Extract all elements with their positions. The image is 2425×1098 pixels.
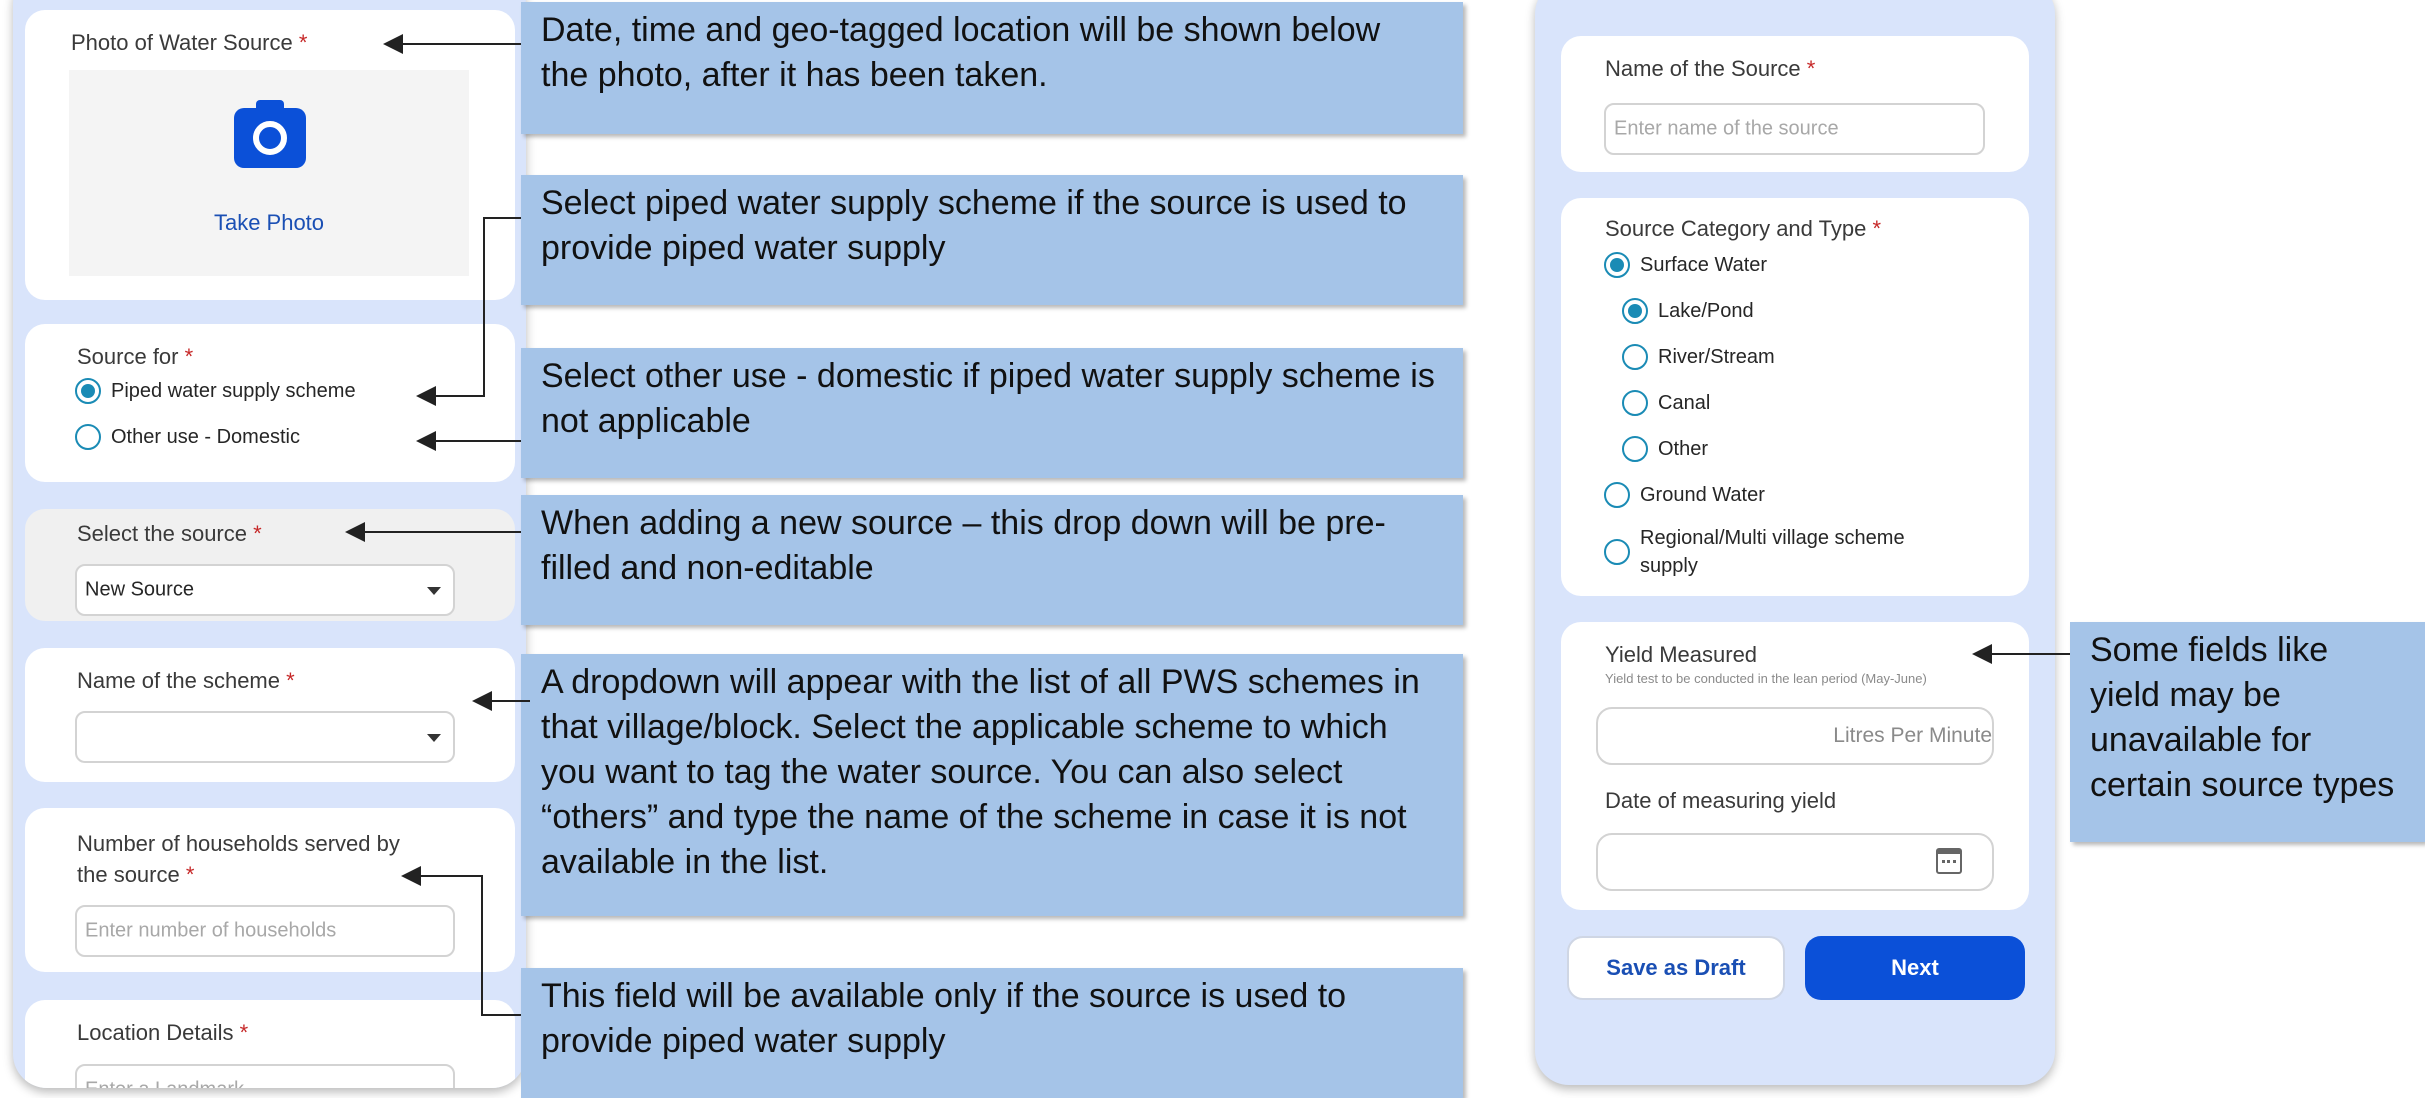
arrow-piped-supply: [416, 217, 521, 406]
arrow-households: [401, 866, 521, 1016]
annotation-arrows: [345, 34, 2070, 1016]
